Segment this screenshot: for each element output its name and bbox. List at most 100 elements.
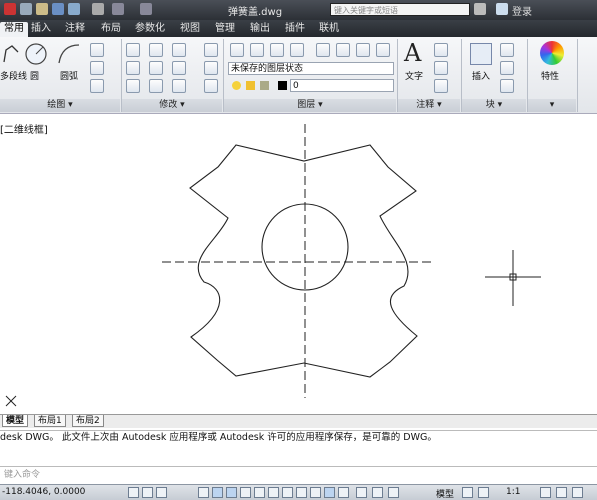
dimension-icon[interactable]: [434, 43, 448, 57]
coordinate-readout[interactable]: -118.4046, 0.0000: [2, 487, 85, 497]
text-a-icon[interactable]: A: [404, 39, 421, 67]
tab-plugins[interactable]: 插件: [281, 22, 309, 37]
properties-panel-label[interactable]: ▾: [528, 99, 576, 112]
transparency-icon[interactable]: [310, 487, 321, 498]
tab-output[interactable]: 输出: [246, 22, 274, 37]
leader-icon[interactable]: [434, 61, 448, 75]
tab-parametric[interactable]: 参数化: [131, 22, 169, 37]
pan-icon[interactable]: [478, 487, 489, 498]
tab-layout[interactable]: 布局: [97, 22, 125, 37]
array-icon[interactable]: [172, 79, 186, 93]
ellipse-icon[interactable]: [90, 61, 104, 75]
lineweight-icon[interactable]: [296, 487, 307, 498]
app-menu-icon[interactable]: [4, 3, 16, 15]
erase-icon[interactable]: [204, 43, 218, 57]
trim-icon[interactable]: [172, 43, 186, 57]
draw-panel-label[interactable]: 绘图 ▾: [0, 99, 120, 112]
current-layer-dropdown[interactable]: 0: [290, 79, 394, 92]
lock-ui-icon[interactable]: [572, 487, 583, 498]
copy-icon[interactable]: [126, 61, 140, 75]
grid-display-icon[interactable]: [156, 487, 167, 498]
tab-home[interactable]: 常用: [0, 22, 28, 37]
layout-view-icon[interactable]: [462, 487, 473, 498]
user-icon[interactable]: [496, 3, 508, 15]
ucs-dynamic-icon[interactable]: [268, 487, 279, 498]
quick-properties-icon[interactable]: [324, 487, 335, 498]
circle-icon[interactable]: [24, 41, 48, 67]
tab-annotate[interactable]: 注释: [61, 22, 89, 37]
fillet-icon[interactable]: [172, 61, 186, 75]
annotation-panel-label[interactable]: 注释 ▾: [398, 99, 460, 112]
redo-icon[interactable]: [140, 3, 152, 15]
insert-block-icon[interactable]: [470, 43, 492, 65]
table-icon[interactable]: [434, 79, 448, 93]
tab-manage[interactable]: 管理: [211, 22, 239, 37]
layer-off-icon[interactable]: [356, 43, 370, 57]
search-input[interactable]: 键入关键字或短语: [330, 3, 470, 16]
open-icon[interactable]: [36, 3, 48, 15]
polar-tracking-icon[interactable]: [212, 487, 223, 498]
snap-mode-icon[interactable]: [142, 487, 153, 498]
create-block-icon[interactable]: [500, 43, 514, 57]
undo-icon[interactable]: [112, 3, 124, 15]
sun-icon[interactable]: [246, 81, 255, 90]
3d-osnap-icon[interactable]: [240, 487, 251, 498]
search-icon[interactable]: [474, 3, 486, 15]
object-snap-icon[interactable]: [226, 487, 237, 498]
tab-view[interactable]: 视图: [176, 22, 204, 37]
move-icon[interactable]: [126, 43, 140, 57]
layer-lock-icon[interactable]: [376, 43, 390, 57]
edit-block-icon[interactable]: [500, 61, 514, 75]
block-attributes-icon[interactable]: [500, 79, 514, 93]
lightbulb-icon[interactable]: [232, 81, 241, 90]
quick-view-icon[interactable]: [388, 487, 399, 498]
tab-insert[interactable]: 插入: [27, 22, 55, 37]
selection-cycling-icon[interactable]: [338, 487, 349, 498]
login-link[interactable]: 登录: [512, 3, 532, 18]
block-panel-label[interactable]: 块 ▾: [462, 99, 526, 112]
rectangle-icon[interactable]: [90, 43, 104, 57]
annotation-scale[interactable]: 1:1: [506, 487, 520, 497]
save-as-icon[interactable]: [68, 3, 80, 15]
layer-freeze-icon[interactable]: [336, 43, 350, 57]
layer-properties-icon[interactable]: [230, 43, 244, 57]
layer-isolate-icon[interactable]: [316, 43, 330, 57]
command-input[interactable]: 键入命令: [0, 466, 597, 484]
tab-layout1[interactable]: 布局1: [34, 415, 66, 427]
offset-icon[interactable]: [204, 79, 218, 93]
mirror-icon[interactable]: [149, 61, 163, 75]
viewport-label[interactable]: [二维线框]: [0, 121, 48, 136]
polyline-icon[interactable]: [2, 42, 22, 66]
print-icon[interactable]: [92, 3, 104, 15]
object-snap-tracking-icon[interactable]: [254, 487, 265, 498]
drawing-canvas[interactable]: [0, 114, 597, 414]
dynamic-input-icon[interactable]: [282, 487, 293, 498]
layers-panel-label[interactable]: 图层 ▾: [224, 99, 396, 112]
ortho-mode-icon[interactable]: [198, 487, 209, 498]
save-icon[interactable]: [52, 3, 64, 15]
spring-cover-outline[interactable]: [189, 144, 418, 378]
workspace-switch-icon[interactable]: [556, 487, 567, 498]
hatch-icon[interactable]: [90, 79, 104, 93]
tab-online[interactable]: 联机: [315, 22, 343, 37]
properties-icon[interactable]: [540, 41, 564, 65]
modify-panel-label[interactable]: 修改 ▾: [122, 99, 222, 112]
infer-constraints-icon[interactable]: [128, 487, 139, 498]
model-space-icon[interactable]: [372, 487, 383, 498]
layer-state-dropdown[interactable]: 未保存的图层状态: [228, 62, 394, 75]
new-icon[interactable]: [20, 3, 32, 15]
annotation-visibility-icon[interactable]: [540, 487, 551, 498]
layer-previous-icon[interactable]: [290, 43, 304, 57]
explode-icon[interactable]: [204, 61, 218, 75]
layer-match-icon[interactable]: [270, 43, 284, 57]
layer-state-icon[interactable]: [250, 43, 264, 57]
model-label[interactable]: 模型: [436, 487, 454, 500]
arc-icon[interactable]: [56, 41, 82, 67]
annotation-monitor-icon[interactable]: [356, 487, 367, 498]
scale-icon[interactable]: [149, 79, 163, 93]
tab-model[interactable]: 模型: [2, 415, 29, 427]
stretch-icon[interactable]: [126, 79, 140, 93]
lock-icon[interactable]: [260, 81, 269, 90]
tab-layout2[interactable]: 布局2: [72, 415, 104, 427]
rotate-icon[interactable]: [149, 43, 163, 57]
